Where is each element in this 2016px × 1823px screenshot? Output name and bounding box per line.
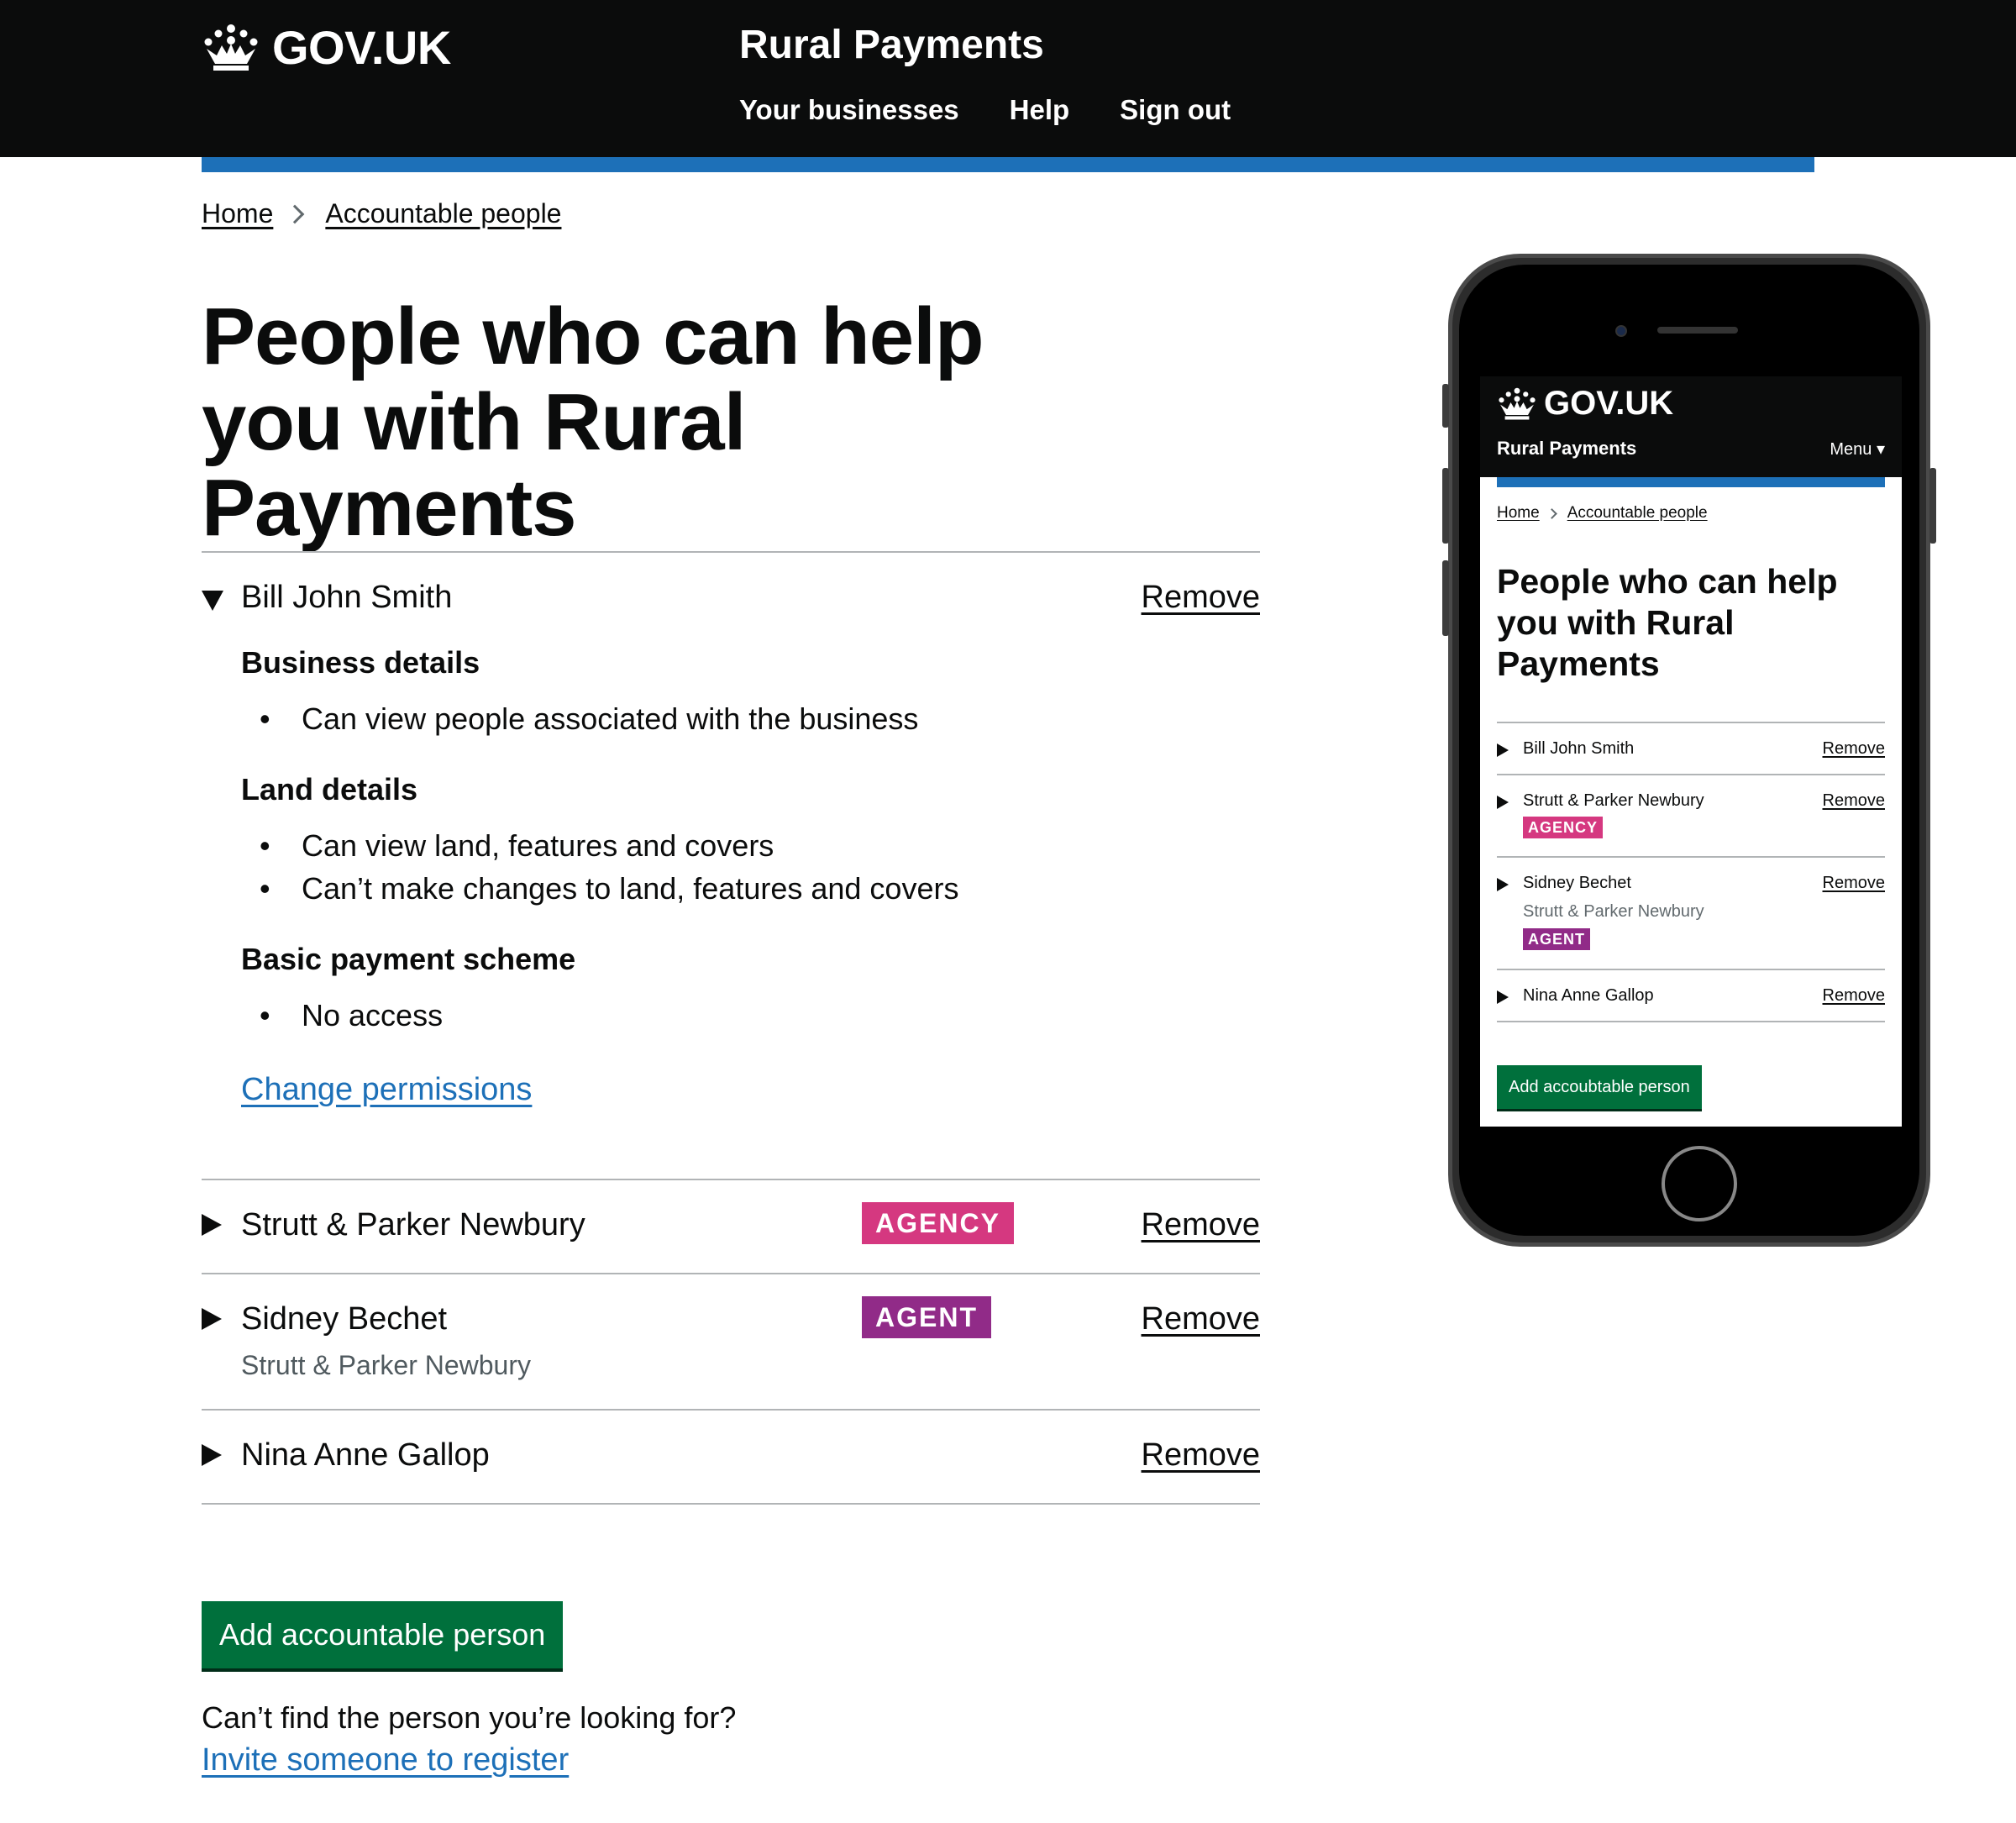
permission-list: No access <box>241 994 1260 1037</box>
page-title: People who can help you with Rural Payme… <box>202 292 984 553</box>
header-accent-bar <box>202 157 1814 172</box>
phone-volume-up <box>1442 468 1449 544</box>
breadcrumb-accountable-people[interactable]: Accountable people <box>325 198 561 229</box>
permission-list: Can view land, features and covers Can’t… <box>241 824 1260 910</box>
permission-item: Can view land, features and covers <box>241 824 1260 867</box>
person-row-header[interactable]: Nina Anne Gallop Remove <box>202 1411 1260 1503</box>
site-header: GOV.UK Rural Payments Your businesses He… <box>0 0 2016 157</box>
permission-item: Can view people associated with the busi… <box>241 697 1260 740</box>
section-heading: Basic payment scheme <box>241 942 576 976</box>
mobile-person-name[interactable]: Nina Anne Gallop <box>1523 986 1654 1006</box>
nav-help[interactable]: Help <box>1010 94 1070 126</box>
person-row-header[interactable]: Bill John Smith Remove <box>202 553 1260 645</box>
permission-list: Can view people associated with the busi… <box>241 697 1260 740</box>
phone-screen: GOV.UK Rural Payments Menu ▾ Home Accoun… <box>1480 376 1902 1127</box>
govuk-logo[interactable]: GOV.UK <box>202 20 451 75</box>
person-row: Bill John Smith Remove Business details … <box>202 551 1260 1179</box>
person-name[interactable]: Strutt & Parker Newbury <box>241 1207 585 1243</box>
person-row: Sidney Bechet Strutt & Parker Newbury AG… <box>202 1273 1260 1409</box>
header-nav: Your businesses Help Sign out <box>739 94 1231 126</box>
remove-link[interactable]: Remove <box>1142 1437 1261 1474</box>
add-accountable-person-button[interactable]: Add accountable person <box>202 1601 564 1668</box>
chevron-right-icon <box>1546 507 1557 519</box>
speaker-grille <box>1657 327 1738 334</box>
remove-link[interactable]: Remove <box>1142 580 1261 616</box>
person-row-header[interactable]: Strutt & Parker Newbury AGENCY Remove <box>202 1180 1260 1273</box>
crown-icon <box>1499 387 1536 420</box>
camera-icon <box>1615 325 1627 337</box>
mobile-menu-toggle[interactable]: Menu ▾ <box>1830 439 1885 460</box>
mobile-person-row[interactable]: Sidney Bechet Strutt & Parker Newbury AG… <box>1497 856 1885 969</box>
person-name[interactable]: Nina Anne Gallop <box>241 1437 490 1474</box>
mobile-breadcrumb-accountable-people[interactable]: Accountable people <box>1567 504 1708 523</box>
triangle-right-icon <box>1497 878 1509 891</box>
nav-your-businesses[interactable]: Your businesses <box>739 94 959 126</box>
mobile-remove-link[interactable]: Remove <box>1823 739 1885 759</box>
agency-tag: AGENCY <box>862 1202 1014 1244</box>
crown-icon <box>204 24 258 71</box>
section-heading: Land details <box>241 772 418 806</box>
mobile-page-title: People who can help you with Rural Payme… <box>1497 562 1838 683</box>
change-permissions-link[interactable]: Change permissions <box>241 1072 532 1108</box>
mobile-person-name[interactable]: Strutt & Parker Newbury <box>1523 791 1704 811</box>
triangle-right-icon <box>1497 743 1509 757</box>
permission-item: No access <box>241 994 1260 1037</box>
invite-link[interactable]: Invite someone to register <box>202 1742 569 1778</box>
people-accordion: Bill John Smith Remove Business details … <box>202 551 1260 1505</box>
mobile-accent-bar <box>1497 477 1885 487</box>
mobile-add-accountable-person-button[interactable]: Add accoubtable person <box>1497 1065 1702 1109</box>
triangle-right-icon <box>202 1308 222 1330</box>
remove-link[interactable]: Remove <box>1142 1301 1261 1337</box>
breadcrumb: Home Accountable people <box>202 198 561 229</box>
mobile-govuk-logo[interactable]: GOV.UK <box>1497 385 1673 423</box>
section-heading: Business details <box>241 645 480 680</box>
nav-sign-out[interactable]: Sign out <box>1120 94 1231 126</box>
chevron-right-icon <box>286 204 305 223</box>
mobile-person-organisation: Strutt & Parker Newbury <box>1523 902 1704 921</box>
mobile-person-name[interactable]: Bill John Smith <box>1523 739 1634 759</box>
person-row: Strutt & Parker Newbury AGENCY Remove <box>202 1179 1260 1273</box>
mobile-person-row[interactable]: Nina Anne Gallop Remove <box>1497 969 1885 1022</box>
triangle-right-icon <box>202 1444 222 1466</box>
govuk-logo-text: GOV.UK <box>272 21 451 74</box>
mobile-remove-link[interactable]: Remove <box>1823 791 1885 811</box>
person-name[interactable]: Bill John Smith <box>241 580 452 616</box>
mobile-agency-tag: AGENCY <box>1523 817 1604 838</box>
mobile-service-name[interactable]: Rural Payments <box>1497 438 1636 460</box>
triangle-right-icon <box>1497 796 1509 809</box>
triangle-right-icon <box>1497 990 1509 1004</box>
mobile-person-row[interactable]: Bill John Smith Remove <box>1497 722 1885 774</box>
mobile-remove-link[interactable]: Remove <box>1823 986 1885 1006</box>
remove-link[interactable]: Remove <box>1142 1207 1261 1243</box>
phone-volume-down <box>1442 560 1449 636</box>
person-row-header[interactable]: Sidney Bechet Strutt & Parker Newbury AG… <box>202 1274 1260 1409</box>
home-button <box>1662 1146 1737 1221</box>
permission-item: Can’t make changes to land, features and… <box>241 867 1260 910</box>
agent-tag: AGENT <box>862 1296 991 1338</box>
service-name[interactable]: Rural Payments <box>739 22 1044 68</box>
breadcrumb-home[interactable]: Home <box>202 198 273 229</box>
mobile-person-row[interactable]: Strutt & Parker Newbury AGENCY Remove <box>1497 774 1885 856</box>
person-organisation: Strutt & Parker Newbury <box>241 1350 531 1380</box>
permission-details: Business details Can view people associa… <box>202 645 1260 1179</box>
mobile-header: GOV.UK Rural Payments Menu ▾ <box>1480 376 1902 477</box>
mobile-agent-tag: AGENT <box>1523 928 1590 950</box>
person-name[interactable]: Sidney Bechet <box>241 1301 447 1337</box>
triangle-right-icon <box>202 1214 222 1236</box>
triangle-down-icon <box>202 591 223 611</box>
mobile-breadcrumb: Home Accountable people <box>1497 504 1708 523</box>
cant-find-text: Can’t find the person you’re looking for… <box>202 1700 737 1735</box>
mobile-people-accordion: Bill John Smith Remove Strutt & Parker N… <box>1497 722 1885 1022</box>
mobile-person-name[interactable]: Sidney Bechet <box>1523 874 1631 893</box>
phone-mute-switch <box>1442 384 1449 428</box>
mobile-logo-text: GOV.UK <box>1544 385 1674 422</box>
mobile-remove-link[interactable]: Remove <box>1823 874 1885 893</box>
phone-power-button <box>1929 468 1936 544</box>
person-row: Nina Anne Gallop Remove <box>202 1409 1260 1505</box>
mobile-breadcrumb-home[interactable]: Home <box>1497 504 1540 523</box>
